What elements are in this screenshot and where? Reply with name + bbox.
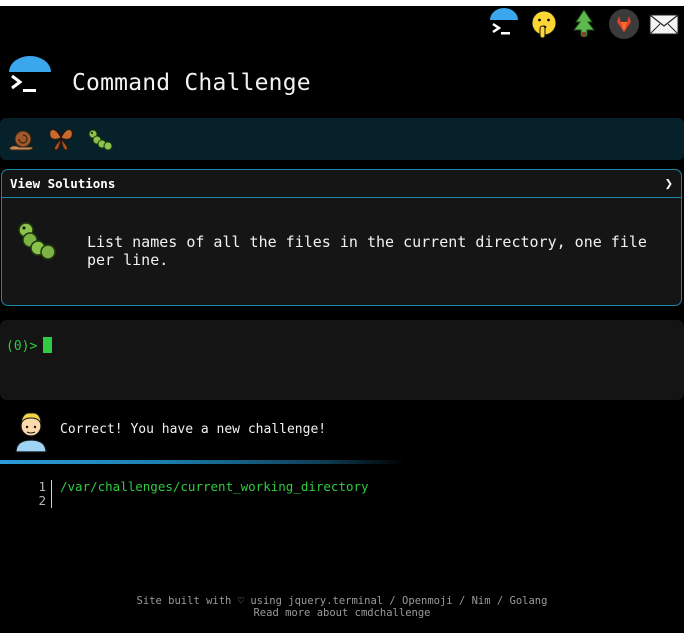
challenge-description: List names of all the files in the curre…: [87, 233, 647, 269]
line-number: 2: [38, 493, 46, 508]
view-solutions-label: View Solutions: [10, 176, 116, 191]
footer-read-more-link[interactable]: Read more about cmdchallenge: [0, 607, 684, 619]
top-strip: [0, 0, 684, 6]
level-bar: [0, 118, 684, 160]
mail-icon[interactable]: [648, 8, 680, 40]
gitlab-icon[interactable]: [608, 8, 640, 40]
terminal-icon[interactable]: [488, 8, 520, 40]
progress-bar: [0, 460, 405, 464]
output-path: /var/challenges/current_working_director…: [60, 479, 369, 494]
line-numbers: 1 2: [30, 480, 46, 508]
footer-credits: Site built with ♡ using jquery.terminal …: [136, 595, 548, 607]
caterpillar-icon: [18, 218, 57, 263]
top-icon-bar: [488, 8, 680, 40]
view-solutions-toggle[interactable]: View Solutions ❯: [2, 170, 681, 198]
shushing-face-icon[interactable]: [528, 8, 560, 40]
chevron-right-icon: ❯: [664, 175, 673, 192]
logo-terminal-icon: [9, 56, 51, 92]
tree-icon[interactable]: [568, 8, 600, 40]
gutter-divider: [51, 480, 52, 508]
app-title: Command Challenge: [72, 70, 311, 96]
terminal-prompt: (0)>: [6, 337, 53, 354]
caterpillar-icon[interactable]: [86, 124, 116, 154]
footer: Site built with ♡ using jquery.terminal …: [0, 595, 684, 619]
result-message: Correct! You have a new challenge!: [60, 422, 327, 437]
prompt-label: (0)>: [6, 339, 38, 354]
terminal-cursor[interactable]: [43, 337, 53, 353]
butterfly-icon[interactable]: [46, 124, 76, 154]
terminal[interactable]: (0)>: [0, 320, 684, 400]
line-number: 1: [38, 479, 46, 494]
person-icon: [15, 412, 47, 453]
challenge-panel: View Solutions ❯ List names of all the f…: [1, 169, 682, 306]
snail-icon[interactable]: [6, 124, 36, 154]
